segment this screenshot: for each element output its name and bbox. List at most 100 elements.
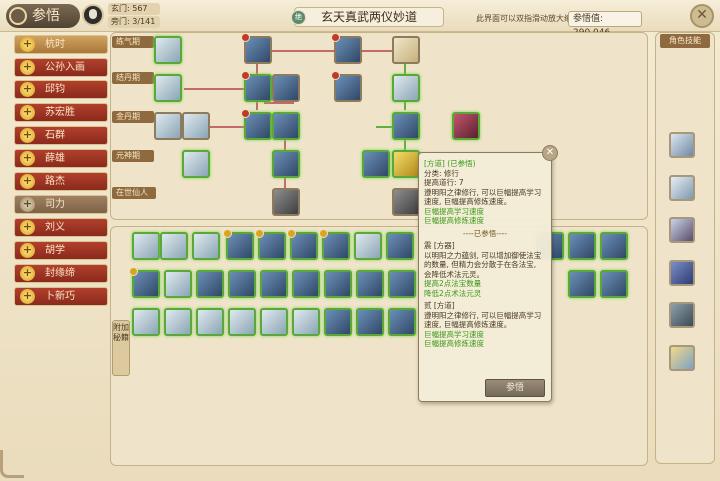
skill-node[interactable] xyxy=(241,71,272,102)
book-node[interactable] xyxy=(600,270,628,298)
book-node[interactable] xyxy=(292,270,320,298)
sidebar-item-hangshi[interactable]: + 杭时 xyxy=(14,35,108,54)
tooltip-sub-effect: 巨幅提高学习速度 xyxy=(424,329,484,339)
skill-node[interactable] xyxy=(272,150,300,178)
book-node[interactable] xyxy=(160,232,188,260)
comprehend-button[interactable]: 参悟 xyxy=(485,379,545,397)
sidebar-item-liuyi[interactable]: + 刘义 xyxy=(14,218,108,237)
window-title: 参悟 xyxy=(6,4,80,28)
tooltip-close-button[interactable]: ✕ xyxy=(542,145,558,161)
tier-label-jindan: 金丹期 xyxy=(112,111,154,123)
book-node[interactable] xyxy=(356,270,384,298)
book-node[interactable] xyxy=(196,308,224,336)
skill-node[interactable] xyxy=(154,74,182,102)
book-node[interactable] xyxy=(568,232,596,260)
sidebar-item-gongsun[interactable]: + 公孙入画 xyxy=(14,58,108,77)
plus-icon: + xyxy=(20,37,35,52)
skill-node[interactable] xyxy=(331,33,362,64)
skill-node[interactable] xyxy=(241,109,272,140)
book-node[interactable] xyxy=(356,308,384,336)
sidebar-item-label: 石群 xyxy=(45,130,65,141)
close-button[interactable]: ✕ xyxy=(690,4,714,28)
sidebar-item-xuexiong[interactable]: + 薛雄 xyxy=(14,149,108,168)
book-node[interactable] xyxy=(600,232,628,260)
skill-node[interactable] xyxy=(182,150,210,178)
skill-node[interactable] xyxy=(452,112,480,140)
book-node[interactable] xyxy=(292,308,320,336)
book-node[interactable] xyxy=(164,270,192,298)
skill-node[interactable] xyxy=(241,33,272,64)
book-node[interactable] xyxy=(129,267,160,298)
book-node[interactable] xyxy=(192,232,220,260)
sidebar-item-label: 薛雄 xyxy=(45,153,65,164)
plus-icon: + xyxy=(20,289,35,304)
book-node[interactable] xyxy=(255,229,286,260)
plus-icon: + xyxy=(20,82,35,97)
book-node[interactable] xyxy=(228,308,256,336)
book-node[interactable] xyxy=(568,270,596,298)
skill-node[interactable] xyxy=(154,112,182,140)
sidebar-item-label: 刘义 xyxy=(45,222,65,233)
book-node[interactable] xyxy=(260,308,288,336)
sidebar-item-label: 苏宏胜 xyxy=(45,107,75,118)
sidebar-item-huxue[interactable]: + 胡学 xyxy=(14,241,108,260)
tooltip-title: [方道] (已参悟) xyxy=(424,159,476,168)
skill-node[interactable] xyxy=(392,36,420,64)
book-node[interactable] xyxy=(223,229,254,260)
sidebar-item-suhongsheng[interactable]: + 苏宏胜 xyxy=(14,103,108,122)
plus-icon: + xyxy=(20,60,35,75)
tier-label-yuanshen: 元神期 xyxy=(112,150,154,162)
sidebar-item-qiujun[interactable]: + 邱钧 xyxy=(14,80,108,99)
book-node[interactable] xyxy=(354,232,382,260)
tier-label-lianqi: 练气期 xyxy=(112,36,154,48)
sidebar-item-fengyuandi[interactable]: + 封缘缔 xyxy=(14,264,108,283)
sidebar-item-sili[interactable]: + 司力 xyxy=(14,195,108,214)
character-skill-slot[interactable] xyxy=(669,175,695,201)
skill-node[interactable] xyxy=(154,36,182,64)
book-node[interactable] xyxy=(324,270,352,298)
character-skill-slot[interactable] xyxy=(669,217,695,243)
tier-label-zaishi: 在世仙人 xyxy=(112,187,156,199)
skill-node[interactable] xyxy=(392,74,420,102)
book-node[interactable] xyxy=(164,308,192,336)
skill-node[interactable] xyxy=(272,112,300,140)
book-node[interactable] xyxy=(386,232,414,260)
skill-node[interactable] xyxy=(392,112,420,140)
book-node[interactable] xyxy=(196,270,224,298)
book-node[interactable] xyxy=(260,270,288,298)
character-skill-slot[interactable] xyxy=(669,345,695,371)
sidebar-item-label: 邱钧 xyxy=(45,84,65,95)
rank-badge-icon xyxy=(287,229,296,238)
sidebar-item-buxinqiao[interactable]: + 卜新巧 xyxy=(14,287,108,306)
book-node[interactable] xyxy=(324,308,352,336)
book-node[interactable] xyxy=(319,229,350,260)
rank-badge-icon xyxy=(129,267,138,276)
book-node[interactable] xyxy=(132,232,160,260)
skill-node[interactable] xyxy=(362,150,390,178)
skill-node[interactable] xyxy=(182,112,210,140)
skill-node-locked[interactable] xyxy=(392,188,420,216)
sidebar-item-label: 卜新巧 xyxy=(45,291,75,302)
locked-badge-icon xyxy=(331,33,340,42)
book-node[interactable] xyxy=(132,308,160,336)
secret-books-panel xyxy=(110,226,648,466)
skill-node[interactable] xyxy=(272,74,300,102)
skill-node[interactable] xyxy=(331,71,362,102)
scroll-decoration xyxy=(0,450,24,478)
sidebar-item-shiqun[interactable]: + 石群 xyxy=(14,126,108,145)
character-skill-slot[interactable] xyxy=(669,132,695,158)
character-skill-slot[interactable] xyxy=(669,260,695,286)
book-node[interactable] xyxy=(388,308,416,336)
skill-node-locked[interactable] xyxy=(272,188,300,216)
avatar[interactable] xyxy=(82,4,104,26)
book-node[interactable] xyxy=(388,270,416,298)
character-skill-slot[interactable] xyxy=(669,302,695,328)
enlightenment-score: 参悟值: 290,046 xyxy=(568,11,642,38)
tooltip-description: 遵明阳之律修行, 可以巨幅提高学习速度, 巨幅提高修炼速度。 xyxy=(424,187,542,207)
sidebar-item-lujie[interactable]: + 路杰 xyxy=(14,172,108,191)
book-node[interactable] xyxy=(287,229,318,260)
secret-books-tab[interactable]: 附加秘籍 xyxy=(112,320,130,376)
skill-node-selected[interactable] xyxy=(392,150,420,178)
book-node[interactable] xyxy=(228,270,256,298)
tooltip-sub-effect: 提高2点法宝数量 xyxy=(424,279,482,288)
